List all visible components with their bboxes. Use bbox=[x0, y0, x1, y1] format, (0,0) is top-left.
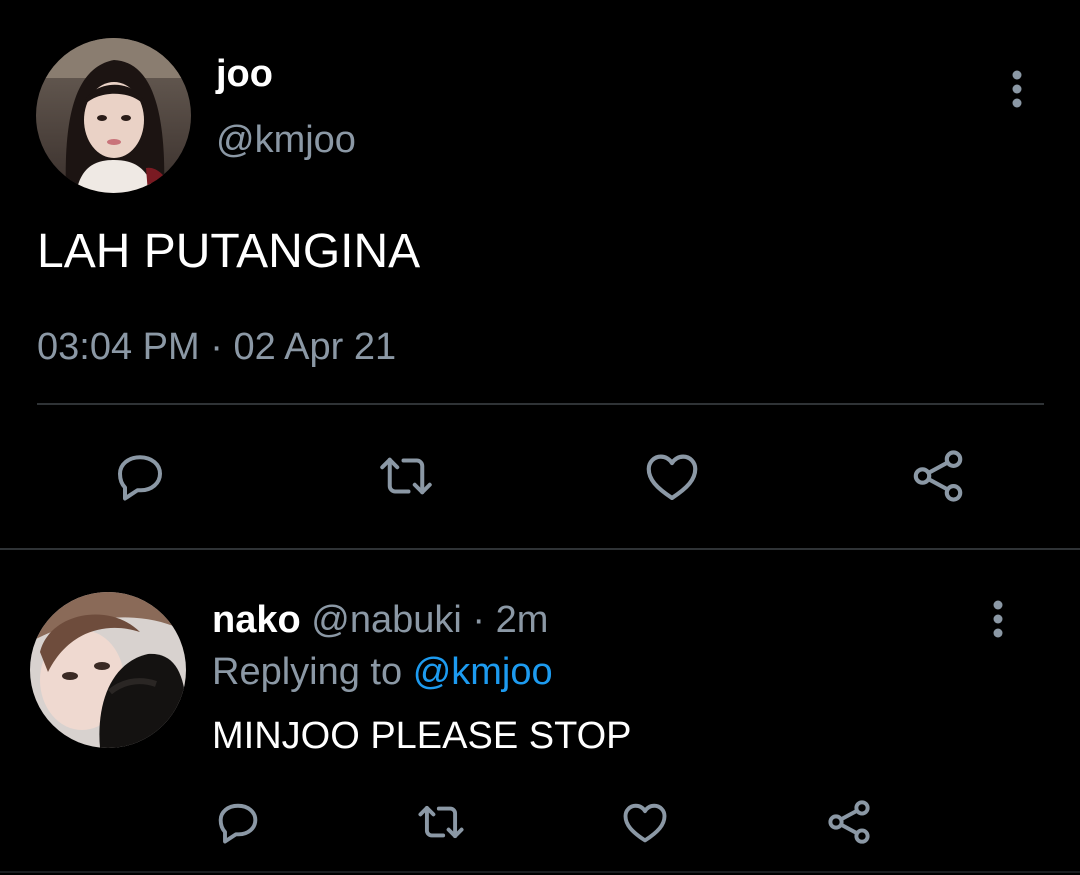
like-button[interactable] bbox=[637, 441, 707, 511]
like-icon bbox=[623, 803, 667, 843]
more-options-button[interactable] bbox=[1002, 64, 1032, 114]
reply-icon bbox=[218, 803, 258, 844]
display-name[interactable]: nako bbox=[212, 599, 301, 641]
user-handle[interactable]: @nabuki bbox=[311, 599, 462, 641]
reply-header: nako @nabuki · 2m bbox=[212, 598, 548, 642]
more-options-button[interactable] bbox=[983, 594, 1013, 644]
tweet-text: LAH PUTANGINA bbox=[37, 225, 421, 278]
retweet-button[interactable] bbox=[371, 441, 441, 511]
tweet-timestamp: 03:04 PM · 02 Apr 21 bbox=[37, 325, 396, 369]
reply-button[interactable] bbox=[105, 441, 175, 511]
reply-time: 2m bbox=[495, 599, 549, 641]
tweet-text: MINJOO PLEASE STOP bbox=[212, 715, 632, 757]
share-icon bbox=[828, 800, 870, 844]
meta-separator: · bbox=[210, 326, 223, 368]
replying-to-label: Replying to bbox=[212, 651, 403, 693]
retweet-icon bbox=[380, 457, 432, 495]
replying-to: Replying to @kmjoo bbox=[212, 650, 553, 694]
display-name[interactable]: joo bbox=[216, 52, 273, 96]
more-vertical-icon bbox=[993, 600, 1003, 638]
divider bbox=[37, 403, 1044, 405]
header-separator: · bbox=[472, 599, 486, 641]
user-handle[interactable]: @kmjoo bbox=[216, 118, 356, 162]
retweet-button[interactable] bbox=[406, 787, 476, 857]
avatar[interactable] bbox=[30, 592, 186, 748]
retweet-icon bbox=[418, 805, 464, 839]
tweet-date: 02 Apr 21 bbox=[233, 326, 397, 368]
reply-button[interactable] bbox=[203, 787, 273, 857]
share-button[interactable] bbox=[814, 787, 884, 857]
replying-to-mention[interactable]: @kmjoo bbox=[413, 651, 553, 693]
reply-icon bbox=[118, 455, 162, 501]
section-divider bbox=[0, 548, 1080, 550]
avatar[interactable] bbox=[36, 38, 191, 193]
share-icon bbox=[913, 450, 963, 502]
more-vertical-icon bbox=[1012, 70, 1022, 108]
tweet-time: 03:04 PM bbox=[37, 326, 200, 368]
share-button[interactable] bbox=[903, 441, 973, 511]
like-button[interactable] bbox=[610, 787, 680, 857]
divider bbox=[0, 871, 1080, 873]
like-icon bbox=[646, 454, 698, 501]
